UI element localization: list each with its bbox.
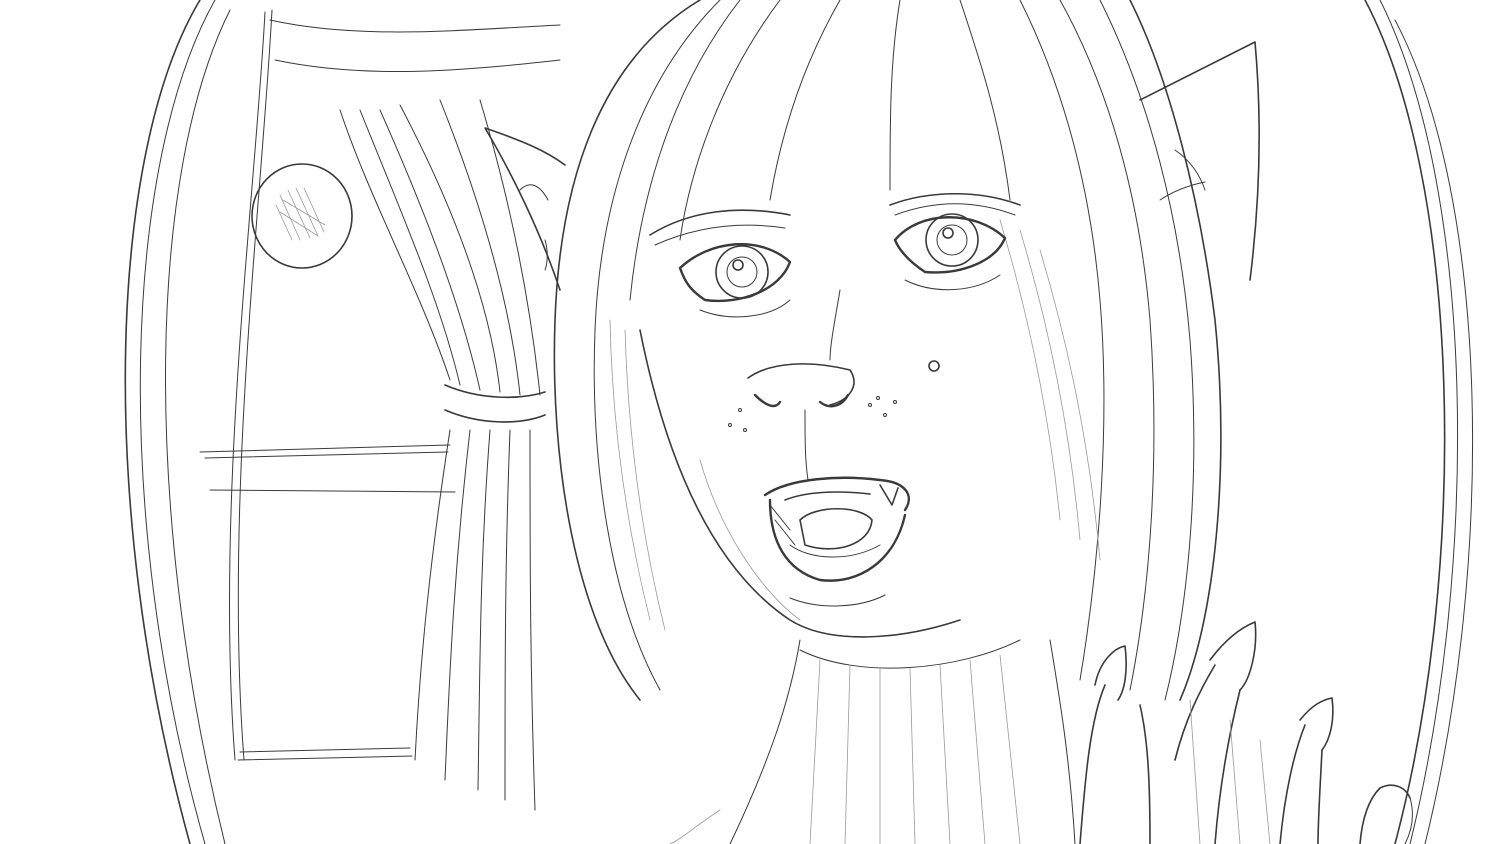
sketch-canvas: [0, 0, 1500, 844]
right-ear: [1139, 41, 1260, 281]
face: [639, 329, 1021, 669]
curtain: [269, 19, 561, 811]
background-window: [199, 9, 456, 761]
left-eye: [678, 243, 792, 318]
moon: [251, 163, 353, 269]
oval-frame: [124, 0, 1474, 844]
freckles: [728, 396, 897, 432]
sketch-drawing: [124, 0, 1474, 844]
open-mouth: [763, 476, 911, 607]
left-ear: [484, 127, 566, 291]
nose: [747, 289, 940, 481]
clawed-hand: [1079, 621, 1413, 844]
hair: [553, 0, 1222, 701]
right-eye: [893, 213, 1007, 291]
neck: [669, 639, 1076, 844]
